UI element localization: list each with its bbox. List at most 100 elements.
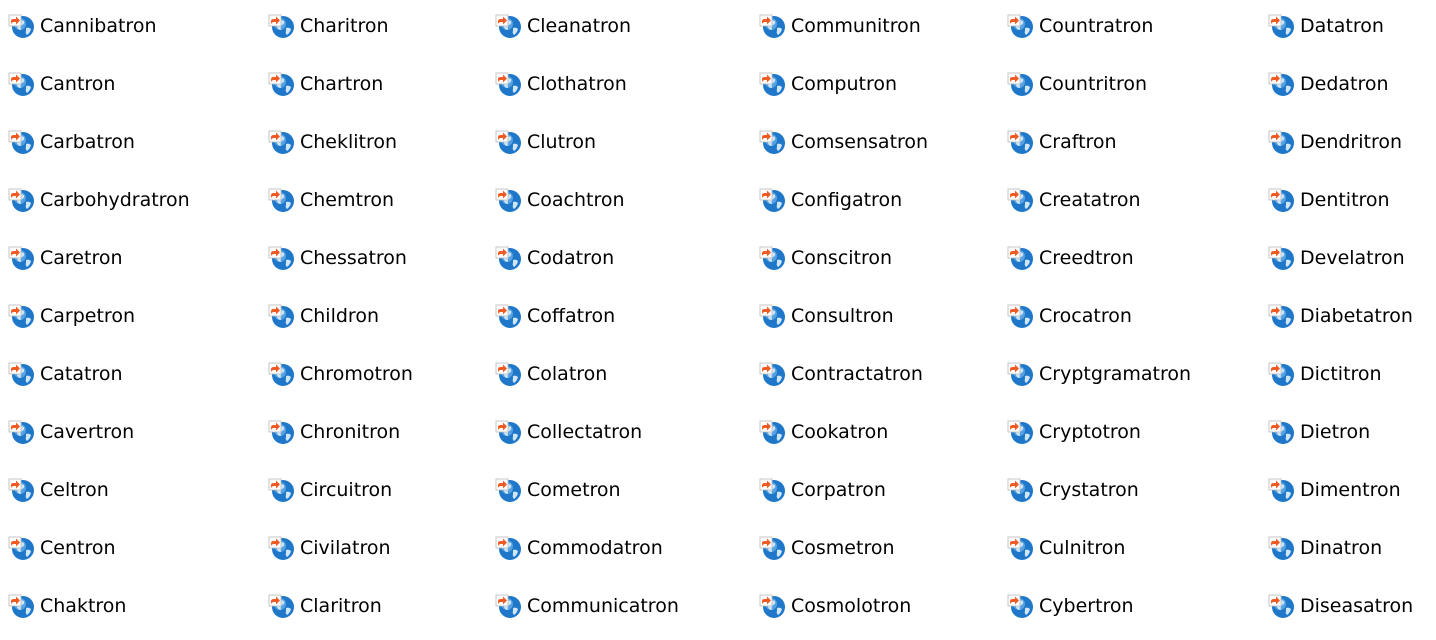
shortcut-item[interactable]: Coachtron [495,183,625,217]
shortcut-item[interactable]: Codatron [495,241,614,275]
shortcut-item[interactable]: Chronitron [268,415,400,449]
shortcut-item[interactable]: Contractatron [759,357,923,391]
internet-shortcut-globe-icon [495,360,523,388]
shortcut-item[interactable]: Chromotron [268,357,413,391]
shortcut-item[interactable]: Dendritron [1268,125,1402,159]
shortcut-item[interactable]: Cookatron [759,415,888,449]
shortcut-item[interactable]: Cannibatron [8,9,157,43]
shortcut-label: Dentitron [1300,189,1390,211]
shortcut-label: Carbohydratron [40,189,190,211]
shortcut-label: Carpetron [40,305,135,327]
shortcut-item[interactable]: Computron [759,67,897,101]
shortcut-item[interactable]: Dictitron [1268,357,1382,391]
shortcut-item[interactable]: Develatron [1268,241,1405,275]
internet-shortcut-globe-icon [268,418,296,446]
shortcut-item[interactable]: Diseasatron [1268,589,1413,623]
shortcut-item[interactable]: Culnitron [1007,531,1125,565]
shortcut-label: Carbatron [40,131,135,153]
internet-shortcut-globe-icon [268,70,296,98]
shortcut-item[interactable]: Dimentron [1268,473,1401,507]
internet-shortcut-globe-icon [268,302,296,330]
shortcut-item[interactable]: Datatron [1268,9,1384,43]
shortcut-item[interactable]: Cosmolotron [759,589,911,623]
internet-shortcut-globe-icon [8,128,36,156]
internet-shortcut-globe-icon [759,244,787,272]
shortcut-item[interactable]: Claritron [268,589,382,623]
shortcut-item[interactable]: Diabetatron [1268,299,1413,333]
shortcut-item[interactable]: Clutron [495,125,596,159]
internet-shortcut-globe-icon [1268,70,1296,98]
shortcut-item[interactable]: Civilatron [268,531,391,565]
internet-shortcut-globe-icon [1268,360,1296,388]
shortcut-item[interactable]: Cosmetron [759,531,895,565]
shortcut-item[interactable]: Commodatron [495,531,663,565]
shortcut-item[interactable]: Dedatron [1268,67,1389,101]
internet-shortcut-globe-icon [495,302,523,330]
internet-shortcut-globe-icon [495,70,523,98]
shortcut-item[interactable]: Carpetron [8,299,135,333]
shortcut-item[interactable]: Colatron [495,357,607,391]
shortcut-item[interactable]: Childron [268,299,379,333]
shortcut-item[interactable]: Cheklitron [268,125,397,159]
shortcut-item[interactable]: Corpatron [759,473,886,507]
shortcut-item[interactable]: Cavertron [8,415,134,449]
shortcut-item[interactable]: Consultron [759,299,894,333]
shortcut-item[interactable]: Centron [8,531,116,565]
shortcut-item[interactable]: Cleanatron [495,9,631,43]
shortcut-item[interactable]: Celtron [8,473,109,507]
internet-shortcut-globe-icon [1007,12,1035,40]
shortcut-item[interactable]: Caretron [8,241,123,275]
shortcut-item[interactable]: Carbohydratron [8,183,190,217]
internet-shortcut-globe-icon [268,186,296,214]
shortcut-item[interactable]: Chessatron [268,241,407,275]
shortcut-item[interactable]: Cantron [8,67,115,101]
shortcut-label: Chessatron [300,247,407,269]
shortcut-item[interactable]: Cryptotron [1007,415,1141,449]
shortcut-item[interactable]: Comsensatron [759,125,928,159]
shortcut-item[interactable]: Communitron [759,9,921,43]
shortcut-item[interactable]: Catatron [8,357,123,391]
shortcut-label: Cosmolotron [791,595,912,617]
shortcut-item[interactable]: Chemtron [268,183,394,217]
shortcut-item[interactable]: Coffatron [495,299,615,333]
shortcut-item[interactable]: Countritron [1007,67,1147,101]
shortcut-label: Clutron [527,131,597,153]
shortcut-item[interactable]: Circuitron [268,473,392,507]
shortcut-item[interactable]: Craftron [1007,125,1117,159]
shortcut-label: Caretron [40,247,123,269]
shortcut-item[interactable]: Cryptgramatron [1007,357,1191,391]
shortcut-item[interactable]: Conscitron [759,241,892,275]
internet-shortcut-globe-icon [759,302,787,330]
shortcut-item[interactable]: Creatatron [1007,183,1141,217]
shortcut-item[interactable]: Carbatron [8,125,135,159]
shortcut-label: Cryptotron [1039,421,1141,443]
shortcut-item[interactable]: Cometron [495,473,621,507]
shortcut-item[interactable]: Collectatron [495,415,642,449]
internet-shortcut-globe-icon [759,70,787,98]
internet-shortcut-globe-icon [8,12,36,40]
shortcut-item[interactable]: Crocatron [1007,299,1132,333]
shortcut-item[interactable]: Countratron [1007,9,1153,43]
shortcut-label: Cryptgramatron [1039,363,1192,385]
shortcut-item[interactable]: Clothatron [495,67,627,101]
internet-shortcut-globe-icon [759,418,787,446]
shortcut-item[interactable]: Crystatron [1007,473,1139,507]
shortcut-item[interactable]: Configatron [759,183,902,217]
shortcut-item[interactable]: Chaktron [8,589,126,623]
internet-shortcut-globe-icon [268,534,296,562]
shortcut-item[interactable]: Chartron [268,67,383,101]
shortcut-label: Dictitron [1300,363,1382,385]
shortcut-label: Catatron [40,363,123,385]
shortcut-item[interactable]: Dentitron [1268,183,1390,217]
internet-shortcut-globe-icon [1007,128,1035,156]
shortcut-item[interactable]: Creedtron [1007,241,1134,275]
shortcut-item[interactable]: Communicatron [495,589,679,623]
shortcut-item[interactable]: Charitron [268,9,389,43]
shortcut-label: Chartron [300,73,384,95]
shortcut-item[interactable]: Dietron [1268,415,1370,449]
shortcut-label: Charitron [300,15,389,37]
shortcut-label: Countratron [1039,15,1154,37]
internet-shortcut-globe-icon [759,534,787,562]
shortcut-item[interactable]: Cybertron [1007,589,1134,623]
shortcut-item[interactable]: Dinatron [1268,531,1382,565]
